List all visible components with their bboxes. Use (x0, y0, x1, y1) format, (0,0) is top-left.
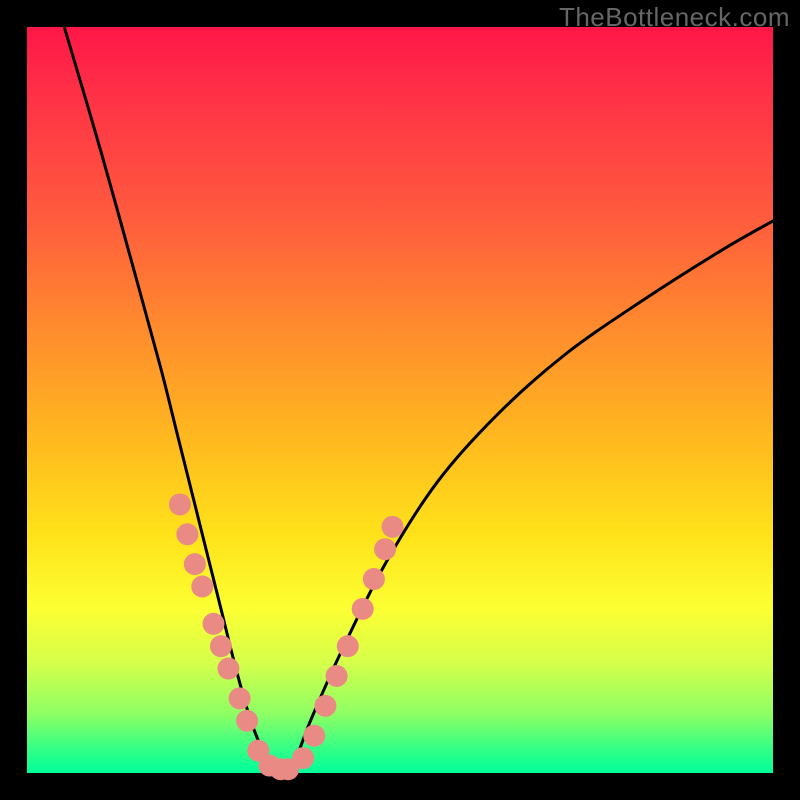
highlight-dot (184, 553, 206, 575)
highlight-dot (382, 516, 404, 538)
highlight-dot (363, 568, 385, 590)
bottleneck-curve (64, 27, 773, 775)
highlight-dot (352, 598, 374, 620)
highlight-dot (303, 725, 325, 747)
highlight-dot (203, 613, 225, 635)
curve-svg (27, 27, 773, 773)
plot-area (27, 27, 773, 773)
highlight-dot (314, 695, 336, 717)
chart-frame: TheBottleneck.com (0, 0, 800, 800)
highlight-dot (217, 658, 239, 680)
highlight-dot (169, 493, 191, 515)
highlight-dot (374, 538, 396, 560)
highlight-dot (337, 635, 359, 657)
highlight-dot (176, 523, 198, 545)
highlight-dot (236, 710, 258, 732)
watermark-text: TheBottleneck.com (559, 2, 790, 33)
highlight-dot (326, 665, 348, 687)
highlight-dot (210, 635, 232, 657)
highlight-dot (191, 576, 213, 598)
highlight-dot (229, 687, 251, 709)
highlight-dot (292, 747, 314, 769)
